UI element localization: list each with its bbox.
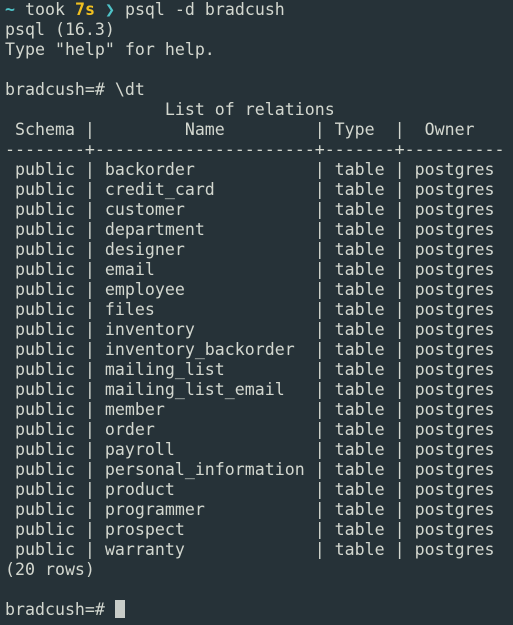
psql-version-line: psql (16.3) bbox=[5, 20, 115, 39]
table-row: public | mailing_list | table | postgres bbox=[5, 360, 495, 379]
text-cursor[interactable] bbox=[114, 600, 125, 618]
table-row: public | email | table | postgres bbox=[5, 260, 495, 279]
table-row: public | inventory_backorder | table | p… bbox=[5, 340, 495, 359]
prompt-chevron-icon: ❯ bbox=[104, 0, 115, 19]
table-footer: (20 rows) bbox=[5, 560, 95, 579]
table-header: Schema | Name | Type | Owner bbox=[5, 120, 505, 139]
prompt-dir: ~ bbox=[5, 0, 15, 19]
prompt-duration: 7s bbox=[74, 0, 95, 19]
active-prompt-line[interactable]: bradcush=# bbox=[5, 600, 508, 620]
psql-help-line: Type "help" for help. bbox=[5, 40, 215, 59]
table-row: public | employee | table | postgres bbox=[5, 280, 495, 299]
table-row: public | inventory | table | postgres bbox=[5, 320, 495, 339]
table-row: public | prospect | table | postgres bbox=[5, 520, 495, 539]
db-prompt: bradcush=# bbox=[5, 80, 105, 99]
table-row: public | customer | table | postgres bbox=[5, 200, 495, 219]
table-caption: List of relations bbox=[5, 100, 335, 119]
entered-command: \dt bbox=[114, 80, 145, 99]
terminal-window[interactable]: ~ took 7s ❯ psql -d bradcush psql (16.3)… bbox=[0, 0, 513, 625]
table-row: public | files | table | postgres bbox=[5, 300, 495, 319]
db-command-line: bradcush=# \dt bbox=[5, 80, 508, 100]
relations-table: List of relations Schema | Name | Type |… bbox=[5, 100, 508, 580]
table-row: public | payroll | table | postgres bbox=[5, 440, 495, 459]
table-row: public | department | table | postgres bbox=[5, 220, 495, 239]
table-row: public | backorder | table | postgres bbox=[5, 160, 495, 179]
table-row: public | personal_information | table | … bbox=[5, 460, 495, 479]
table-row: public | member | table | postgres bbox=[5, 400, 495, 419]
table-row: public | mailing_list_email | table | po… bbox=[5, 380, 495, 399]
table-row: public | programmer | table | postgres bbox=[5, 500, 495, 519]
table-row: public | order | table | postgres bbox=[5, 420, 495, 439]
prompt-took-label: took bbox=[25, 0, 65, 19]
table-row: public | designer | table | postgres bbox=[5, 240, 495, 259]
table-row: public | warranty | table | postgres bbox=[5, 540, 495, 559]
table-row: public | credit_card | table | postgres bbox=[5, 180, 495, 199]
db-prompt: bradcush=# bbox=[5, 600, 105, 619]
table-row: public | product | table | postgres bbox=[5, 480, 495, 499]
shell-command: psql -d bradcush bbox=[124, 0, 285, 19]
shell-prompt-line: ~ took 7s ❯ psql -d bradcush bbox=[5, 0, 508, 20]
table-separator: --------+----------------------+-------+… bbox=[5, 140, 505, 159]
